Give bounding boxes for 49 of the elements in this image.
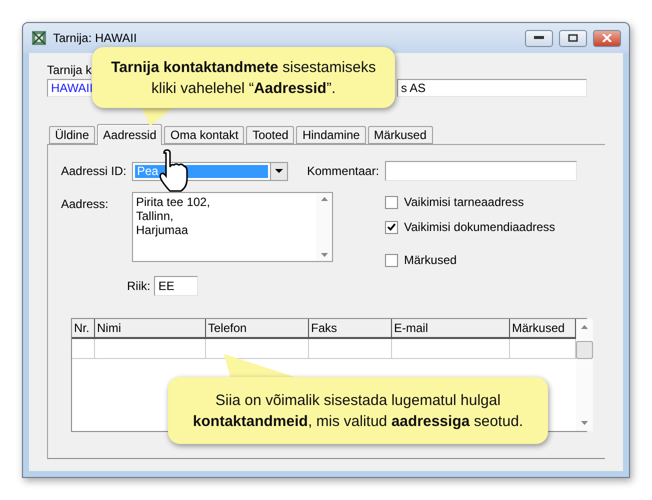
scroll-down-icon[interactable] — [320, 253, 328, 257]
checkbox-label: Märkused — [404, 253, 457, 267]
maximize-icon — [568, 34, 578, 42]
tab[interactable]: Märkused — [368, 126, 433, 144]
checkbox[interactable] — [385, 254, 398, 266]
comment-label: Kommentaar: — [307, 164, 380, 178]
column-header[interactable]: Nimi — [95, 319, 206, 339]
table-cell[interactable] — [95, 339, 206, 359]
tab[interactable]: Aadressid — [97, 124, 162, 145]
minimize-button[interactable] — [525, 30, 553, 46]
column-header[interactable]: Märkused — [510, 319, 576, 339]
scrollbar[interactable] — [576, 319, 593, 431]
window-title: Tarnija: HAWAII — [53, 31, 138, 45]
checkbox-label: Vaikimisi dokumendiaadress — [404, 220, 556, 234]
table-cell[interactable] — [309, 339, 392, 359]
tab[interactable]: Tooted — [246, 126, 294, 144]
scrollbar[interactable] — [316, 193, 332, 261]
supplier-name-field[interactable]: s AS — [397, 79, 587, 97]
table-cell[interactable] — [392, 339, 510, 359]
tab[interactable]: Hindamine — [296, 126, 366, 144]
scroll-up-icon[interactable] — [320, 197, 328, 201]
supplier-code-label: Tarnija k — [47, 63, 92, 77]
supplier-code-field[interactable]: HAWAII — [47, 79, 91, 97]
hand-cursor-icon — [158, 149, 190, 193]
dropdown-arrow-icon — [275, 169, 283, 173]
column-header[interactable]: Telefon — [206, 319, 309, 339]
country-field[interactable]: EE — [154, 276, 198, 296]
maximize-button[interactable] — [559, 30, 587, 46]
scroll-down-icon[interactable] — [581, 421, 588, 425]
address-id-label: Aadressi ID: — [61, 164, 128, 178]
close-button[interactable] — [593, 30, 621, 46]
column-header[interactable]: Faks — [309, 319, 392, 339]
minimize-icon — [534, 36, 544, 40]
checkbox[interactable] — [385, 220, 398, 234]
app-icon — [31, 30, 47, 46]
checkbox-label: Vaikimisi tarneaadress — [404, 195, 524, 209]
address-textarea[interactable]: Pirita tee 102, Tallinn, Harjumaa — [132, 192, 333, 262]
scroll-thumb[interactable] — [576, 341, 593, 359]
column-header[interactable]: E-mail — [392, 319, 510, 339]
country-label: Riik: — [127, 279, 150, 293]
checkbox[interactable] — [385, 196, 398, 208]
table-cell[interactable] — [72, 339, 95, 359]
tab[interactable]: Oma kontakt — [164, 126, 244, 144]
address-label: Aadress: — [61, 197, 110, 211]
scroll-up-icon[interactable] — [581, 325, 588, 329]
column-header[interactable]: Nr. — [72, 319, 95, 339]
tab[interactable]: Üldine — [49, 126, 96, 144]
close-icon — [602, 34, 612, 42]
comment-field[interactable] — [385, 161, 577, 181]
